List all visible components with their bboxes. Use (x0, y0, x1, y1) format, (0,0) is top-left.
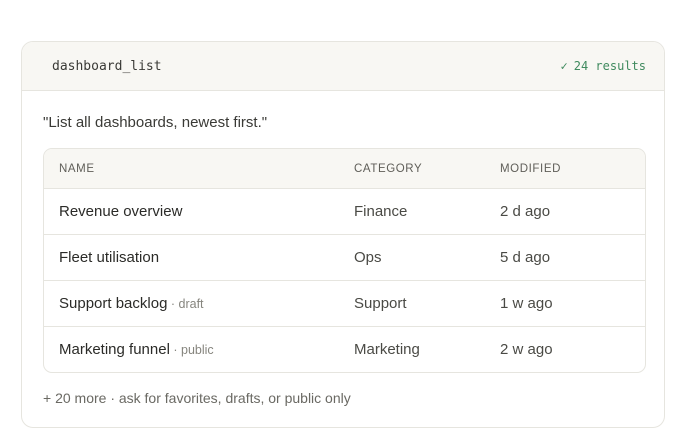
dashboard-name-cell: Marketing funnel · public (44, 327, 354, 373)
modified-cell: 5 d ago (500, 234, 645, 281)
modified-cell: 2 w ago (500, 341, 553, 358)
dashboard-name: Fleet utilisation (59, 249, 160, 266)
dashboard-name-cell: Support backlog · draft (44, 280, 354, 327)
column-header-modified: MODIFIED (500, 149, 645, 189)
card-header: dashboard_list ✓ 24 results (22, 42, 664, 91)
column-header-name: NAME (44, 149, 354, 189)
category-cell: Ops (354, 234, 500, 281)
table-row[interactable]: Support backlog · draft Support 1 w ago (44, 280, 645, 327)
dashboard-name: Marketing funnel (59, 341, 170, 358)
result-status: ✓ 24 results (561, 59, 646, 73)
check-icon: ✓ (560, 59, 568, 73)
category-cell: Support (354, 280, 500, 327)
dashboard-tag: · public (169, 343, 214, 357)
modified-cell: 1 w ago (500, 280, 645, 327)
dashboard-name: Revenue overview (59, 203, 183, 220)
column-header-category: CATEGORY (354, 149, 500, 189)
category-cell: Finance (354, 188, 500, 235)
table-row[interactable]: Fleet utilisation Ops 5 d ago (44, 234, 645, 281)
tool-name: dashboard_list (52, 58, 162, 74)
dashboard-name: Support backlog (59, 295, 168, 312)
more-results-note: + 20 more · ask for favorites, drafts, o… (43, 390, 351, 406)
table-header-row: NAME CATEGORY MODIFIED (44, 149, 645, 189)
tool-result-card: dashboard_list ✓ 24 results "List all da… (21, 41, 665, 428)
table-row[interactable]: Revenue overview Finance 2 d ago (44, 188, 645, 235)
modified-cell: 2 d ago (500, 188, 645, 235)
dashboard-name-cell: Fleet utilisation (44, 234, 354, 281)
category-cell: Marketing (354, 341, 420, 358)
dashboard-table: NAME CATEGORY MODIFIED Revenue overview … (43, 148, 646, 373)
result-count: 24 results (573, 59, 646, 73)
query-text: "List all dashboards, newest first." (43, 114, 268, 131)
dashboard-tag: · draft (167, 297, 204, 311)
table-row[interactable]: Marketing funnel · public Marketing 2 w … (44, 327, 645, 373)
dashboard-name-cell: Revenue overview (44, 188, 354, 235)
